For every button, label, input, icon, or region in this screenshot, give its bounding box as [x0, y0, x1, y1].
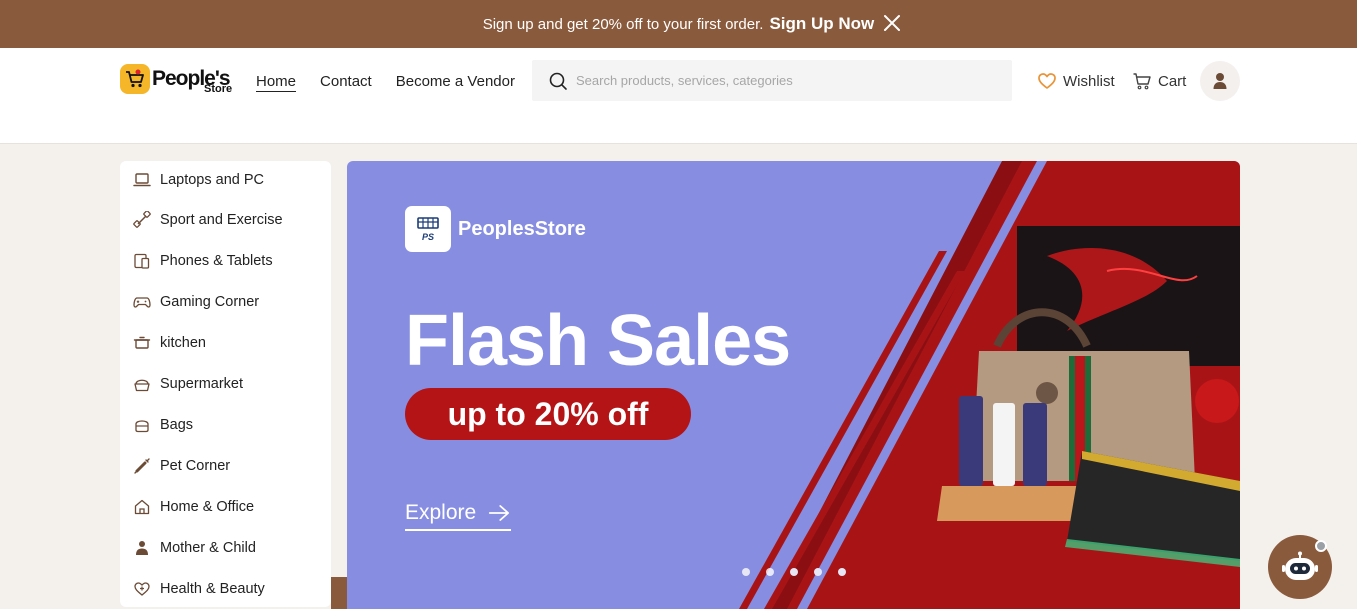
phone-tablet-icon: [133, 252, 151, 270]
banner-brand: PS PeoplesStore: [405, 206, 586, 252]
category-label: Health & Beauty: [160, 580, 265, 597]
close-icon[interactable]: [882, 13, 902, 33]
robot-icon: [1282, 551, 1318, 580]
explore-label: Explore: [405, 501, 477, 524]
dumbbell-icon: [133, 210, 151, 229]
cart-button[interactable]: Cart: [1132, 71, 1186, 91]
carousel-dot-2[interactable]: [766, 568, 774, 576]
category-pet-corner[interactable]: Pet Corner: [120, 445, 331, 486]
wishlist-label: Wishlist: [1063, 72, 1115, 90]
carousel-dots: [742, 568, 846, 576]
category-label: Sport and Exercise: [160, 211, 283, 228]
wishlist-button[interactable]: Wishlist: [1037, 71, 1115, 91]
site-header: People's Store Home Contact Become a Ven…: [0, 48, 1357, 144]
sign-up-now-link[interactable]: Sign Up Now: [769, 14, 874, 34]
user-account-button[interactable]: [1200, 61, 1240, 101]
category-home-office[interactable]: Home & Office: [120, 486, 331, 527]
search-icon: [549, 72, 567, 90]
nav-contact[interactable]: Contact: [320, 73, 372, 92]
offer-pill: up to 20% off: [405, 388, 691, 440]
arrow-right-icon: [489, 505, 510, 521]
health-icon: [133, 580, 151, 598]
basket-icon: [133, 375, 151, 393]
search-input[interactable]: [576, 73, 996, 88]
category-sport-exercise[interactable]: Sport and Exercise: [120, 199, 331, 240]
category-label: Phones & Tablets: [160, 252, 273, 269]
home-icon: [133, 498, 151, 516]
category-label: kitchen: [160, 334, 206, 351]
bag-icon: [133, 416, 151, 434]
cart-logo-icon: [120, 64, 150, 94]
category-supermarket[interactable]: Supermarket: [120, 363, 331, 404]
main-nav: Home Contact Become a Vendor: [256, 73, 515, 92]
user-icon: [1213, 73, 1227, 89]
category-gaming-corner[interactable]: Gaming Corner: [120, 281, 331, 322]
carousel-dot-5[interactable]: [838, 568, 846, 576]
carousel-dot-4[interactable]: [814, 568, 822, 576]
carousel-dot-1[interactable]: [742, 568, 750, 576]
store-icon: PS: [405, 206, 451, 252]
chat-status-dot: [1315, 540, 1327, 552]
category-health-beauty[interactable]: Health & Beauty: [120, 568, 331, 607]
cart-icon: [1133, 73, 1151, 90]
explore-link[interactable]: Explore: [405, 501, 511, 531]
pot-icon: [133, 334, 151, 352]
hero-banner[interactable]: PS PeoplesStore Flash Sales up to 20% of…: [347, 161, 1240, 609]
promo-bar: Sign up and get 20% off to your first or…: [0, 0, 1357, 48]
category-label: Bags: [160, 416, 194, 433]
category-bags[interactable]: Bags: [120, 404, 331, 445]
cart-label: Cart: [1158, 72, 1187, 90]
category-label: Home & Office: [160, 498, 255, 515]
category-label: Mother & Child: [160, 539, 256, 556]
syringe-icon: [133, 457, 151, 475]
gamepad-icon: [133, 293, 151, 311]
nav-home[interactable]: Home: [256, 73, 297, 92]
nav-become-vendor[interactable]: Become a Vendor: [396, 73, 515, 92]
logo[interactable]: People's Store: [120, 64, 233, 95]
mother-child-icon: [133, 539, 151, 557]
category-label: Pet Corner: [160, 457, 231, 474]
category-kitchen[interactable]: kitchen: [120, 322, 331, 363]
category-label: Laptops and PC: [160, 172, 264, 188]
category-sidebar: Laptops and PC Sport and Exercise Phones…: [120, 161, 331, 607]
heart-icon: [1038, 73, 1056, 89]
category-label: Gaming Corner: [160, 293, 260, 310]
decor-strip: [331, 577, 347, 609]
category-phones-tablets[interactable]: Phones & Tablets: [120, 240, 331, 281]
brand-badge-text: PS: [422, 232, 434, 242]
category-mother-child[interactable]: Mother & Child: [120, 527, 331, 568]
brand-name: PeoplesStore: [458, 217, 586, 240]
laptop-icon: [133, 171, 151, 189]
search-bar: [532, 60, 1012, 101]
category-laptops-pc[interactable]: Laptops and PC: [120, 161, 331, 199]
logo-sub: Store: [204, 83, 233, 95]
carousel-dot-3[interactable]: [790, 568, 798, 576]
category-label: Supermarket: [160, 375, 244, 392]
promo-text: Sign up and get 20% off to your first or…: [482, 15, 764, 33]
banner-headline: Flash Sales: [405, 301, 791, 381]
